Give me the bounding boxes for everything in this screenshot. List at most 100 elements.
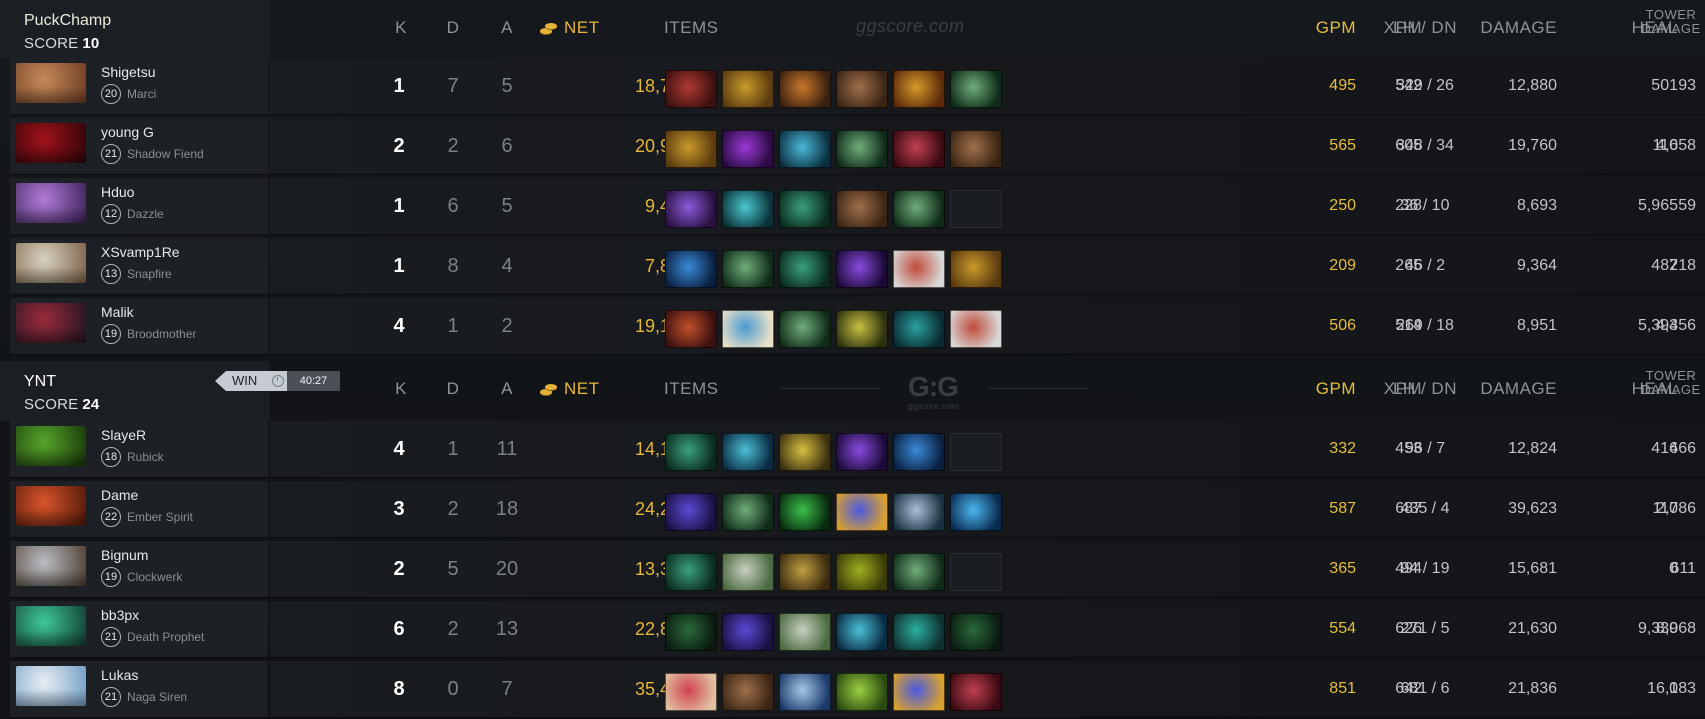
kills: 1	[393, 255, 405, 277]
hero-avatar	[16, 486, 86, 526]
drum-item-icon[interactable]	[836, 553, 888, 591]
mjollnir-item-icon[interactable]	[665, 310, 717, 348]
aether-orb-item-icon[interactable]	[665, 250, 717, 288]
player-card[interactable]: bb3px 21 Death Prophet	[10, 601, 268, 658]
staff-item-icon[interactable]	[665, 553, 717, 591]
player-card[interactable]: young G 21 Shadow Fiend	[10, 118, 268, 175]
manta-item-icon[interactable]	[779, 673, 831, 711]
branch-item-icon[interactable]	[893, 190, 945, 228]
player-card[interactable]: Bignum 19 Clockwerk	[10, 541, 268, 598]
scepter-blue-item-icon[interactable]	[836, 493, 888, 531]
player-card[interactable]: Lukas 21 Naga Siren	[10, 661, 268, 718]
wind-lace-item-icon[interactable]	[665, 190, 717, 228]
player-name[interactable]: bb3px	[101, 607, 139, 623]
blade-mail-item-icon[interactable]	[893, 250, 945, 288]
header-damage[interactable]: DAMAGE	[1422, 379, 1557, 399]
branch-item-icon[interactable]	[722, 250, 774, 288]
player-name[interactable]: Bignum	[101, 547, 148, 563]
octarine-item-icon[interactable]	[836, 250, 888, 288]
nullifier-item-icon[interactable]	[722, 130, 774, 168]
staff-item-icon[interactable]	[779, 250, 831, 288]
player-name[interactable]: Lukas	[101, 667, 138, 683]
blade-mail-item-icon[interactable]	[950, 310, 1002, 348]
boots-item-icon[interactable]	[950, 130, 1002, 168]
header-tower-damage[interactable]: TOWER DAMAGE	[1640, 369, 1702, 397]
player-name[interactable]: young G	[101, 124, 154, 140]
header-tower-damage[interactable]: TOWER DAMAGE	[1640, 8, 1702, 36]
aether-lens-item-icon[interactable]	[779, 130, 831, 168]
bfly-green-item-icon[interactable]	[836, 673, 888, 711]
blink-item-icon[interactable]	[722, 553, 774, 591]
player-name[interactable]: Dame	[101, 487, 138, 503]
player-card[interactable]: Shigetsu 20 Marci	[10, 58, 268, 115]
player-card[interactable]: SlayeR 18 Rubick	[10, 421, 268, 478]
butterfly-item-icon[interactable]	[665, 673, 717, 711]
mjollnir-blue-item-icon[interactable]	[950, 493, 1002, 531]
eul-item-icon[interactable]	[722, 433, 774, 471]
header-items[interactable]: ITEMS	[664, 18, 744, 38]
scepter-item-icon[interactable]	[893, 70, 945, 108]
eul-item-icon[interactable]	[836, 613, 888, 651]
branch-item-icon[interactable]	[836, 130, 888, 168]
blink-item-icon[interactable]	[779, 613, 831, 651]
echo-sabre-item-icon[interactable]	[836, 310, 888, 348]
player-name[interactable]: Hduo	[101, 184, 134, 200]
linken-item-icon[interactable]	[893, 310, 945, 348]
orchid-item-icon[interactable]	[722, 310, 774, 348]
staff-item-icon[interactable]	[779, 190, 831, 228]
player-card[interactable]: Dame 22 Ember Spirit	[10, 481, 268, 538]
emerald-item-icon[interactable]	[779, 493, 831, 531]
player-card[interactable]: Hduo 12 Dazzle	[10, 178, 268, 235]
phase-item-icon[interactable]	[665, 493, 717, 531]
player-name[interactable]: Malik	[101, 304, 134, 320]
header-net[interactable]: NET	[540, 18, 630, 38]
header-a[interactable]: A	[490, 18, 524, 38]
octarine-item-icon[interactable]	[836, 433, 888, 471]
boots-item-icon[interactable]	[722, 673, 774, 711]
mask-of-madness-item-icon[interactable]	[665, 130, 717, 168]
header-d[interactable]: D	[438, 379, 468, 399]
hero-damage: 12,824	[1508, 440, 1557, 457]
branch-item-icon[interactable]	[722, 493, 774, 531]
player-card[interactable]: XSvamp1Re 13 Snapfire	[10, 238, 268, 295]
player-name[interactable]: Shigetsu	[101, 64, 155, 80]
boots-item-icon[interactable]	[836, 70, 888, 108]
aether-orb-item-icon[interactable]	[893, 433, 945, 471]
header-d[interactable]: D	[438, 18, 468, 38]
branch-item-icon[interactable]	[779, 310, 831, 348]
daedalus-item-icon[interactable]	[665, 70, 717, 108]
branch-item-icon[interactable]	[950, 70, 1002, 108]
header-gpm[interactable]: GPM	[1284, 18, 1356, 38]
crown-item-icon[interactable]	[665, 613, 717, 651]
player-card[interactable]: Malik 19 Broodmother	[10, 298, 268, 355]
scepter-blue-item-icon[interactable]	[893, 673, 945, 711]
staff-item-icon[interactable]	[665, 433, 717, 471]
pavise-item-icon[interactable]	[779, 553, 831, 591]
player-name[interactable]: XSvamp1Re	[101, 244, 180, 260]
battle-fury-item-icon[interactable]	[779, 70, 831, 108]
header-k[interactable]: K	[386, 18, 416, 38]
table-row: 2 5 20 13,326 94 / 19 365 494 15,681 0 611	[270, 541, 1705, 598]
branch-item-icon[interactable]	[893, 553, 945, 591]
phase-item-icon[interactable]	[722, 613, 774, 651]
skadi-item-icon[interactable]	[893, 493, 945, 531]
header-k[interactable]: K	[386, 379, 416, 399]
mask-of-madness-item-icon[interactable]	[950, 250, 1002, 288]
crown-item-icon[interactable]	[950, 613, 1002, 651]
header-items[interactable]: ITEMS	[664, 379, 744, 399]
mask-of-madness-item-icon[interactable]	[722, 70, 774, 108]
player-name[interactable]: SlayeR	[101, 427, 146, 443]
header-xpm[interactable]: XPM	[1356, 379, 1422, 399]
desolator-item-icon[interactable]	[950, 673, 1002, 711]
assists: 7	[501, 678, 513, 700]
holy-locket-item-icon[interactable]	[722, 190, 774, 228]
boots-item-icon[interactable]	[836, 190, 888, 228]
header-net[interactable]: NET	[540, 379, 630, 399]
header-a[interactable]: A	[490, 379, 524, 399]
header-gpm[interactable]: GPM	[1284, 379, 1356, 399]
skadi-green-item-icon[interactable]	[893, 613, 945, 651]
trident-item-icon[interactable]	[779, 433, 831, 471]
header-damage[interactable]: DAMAGE	[1422, 18, 1557, 38]
header-xpm[interactable]: XPM	[1356, 18, 1422, 38]
desolator-item-icon[interactable]	[893, 130, 945, 168]
